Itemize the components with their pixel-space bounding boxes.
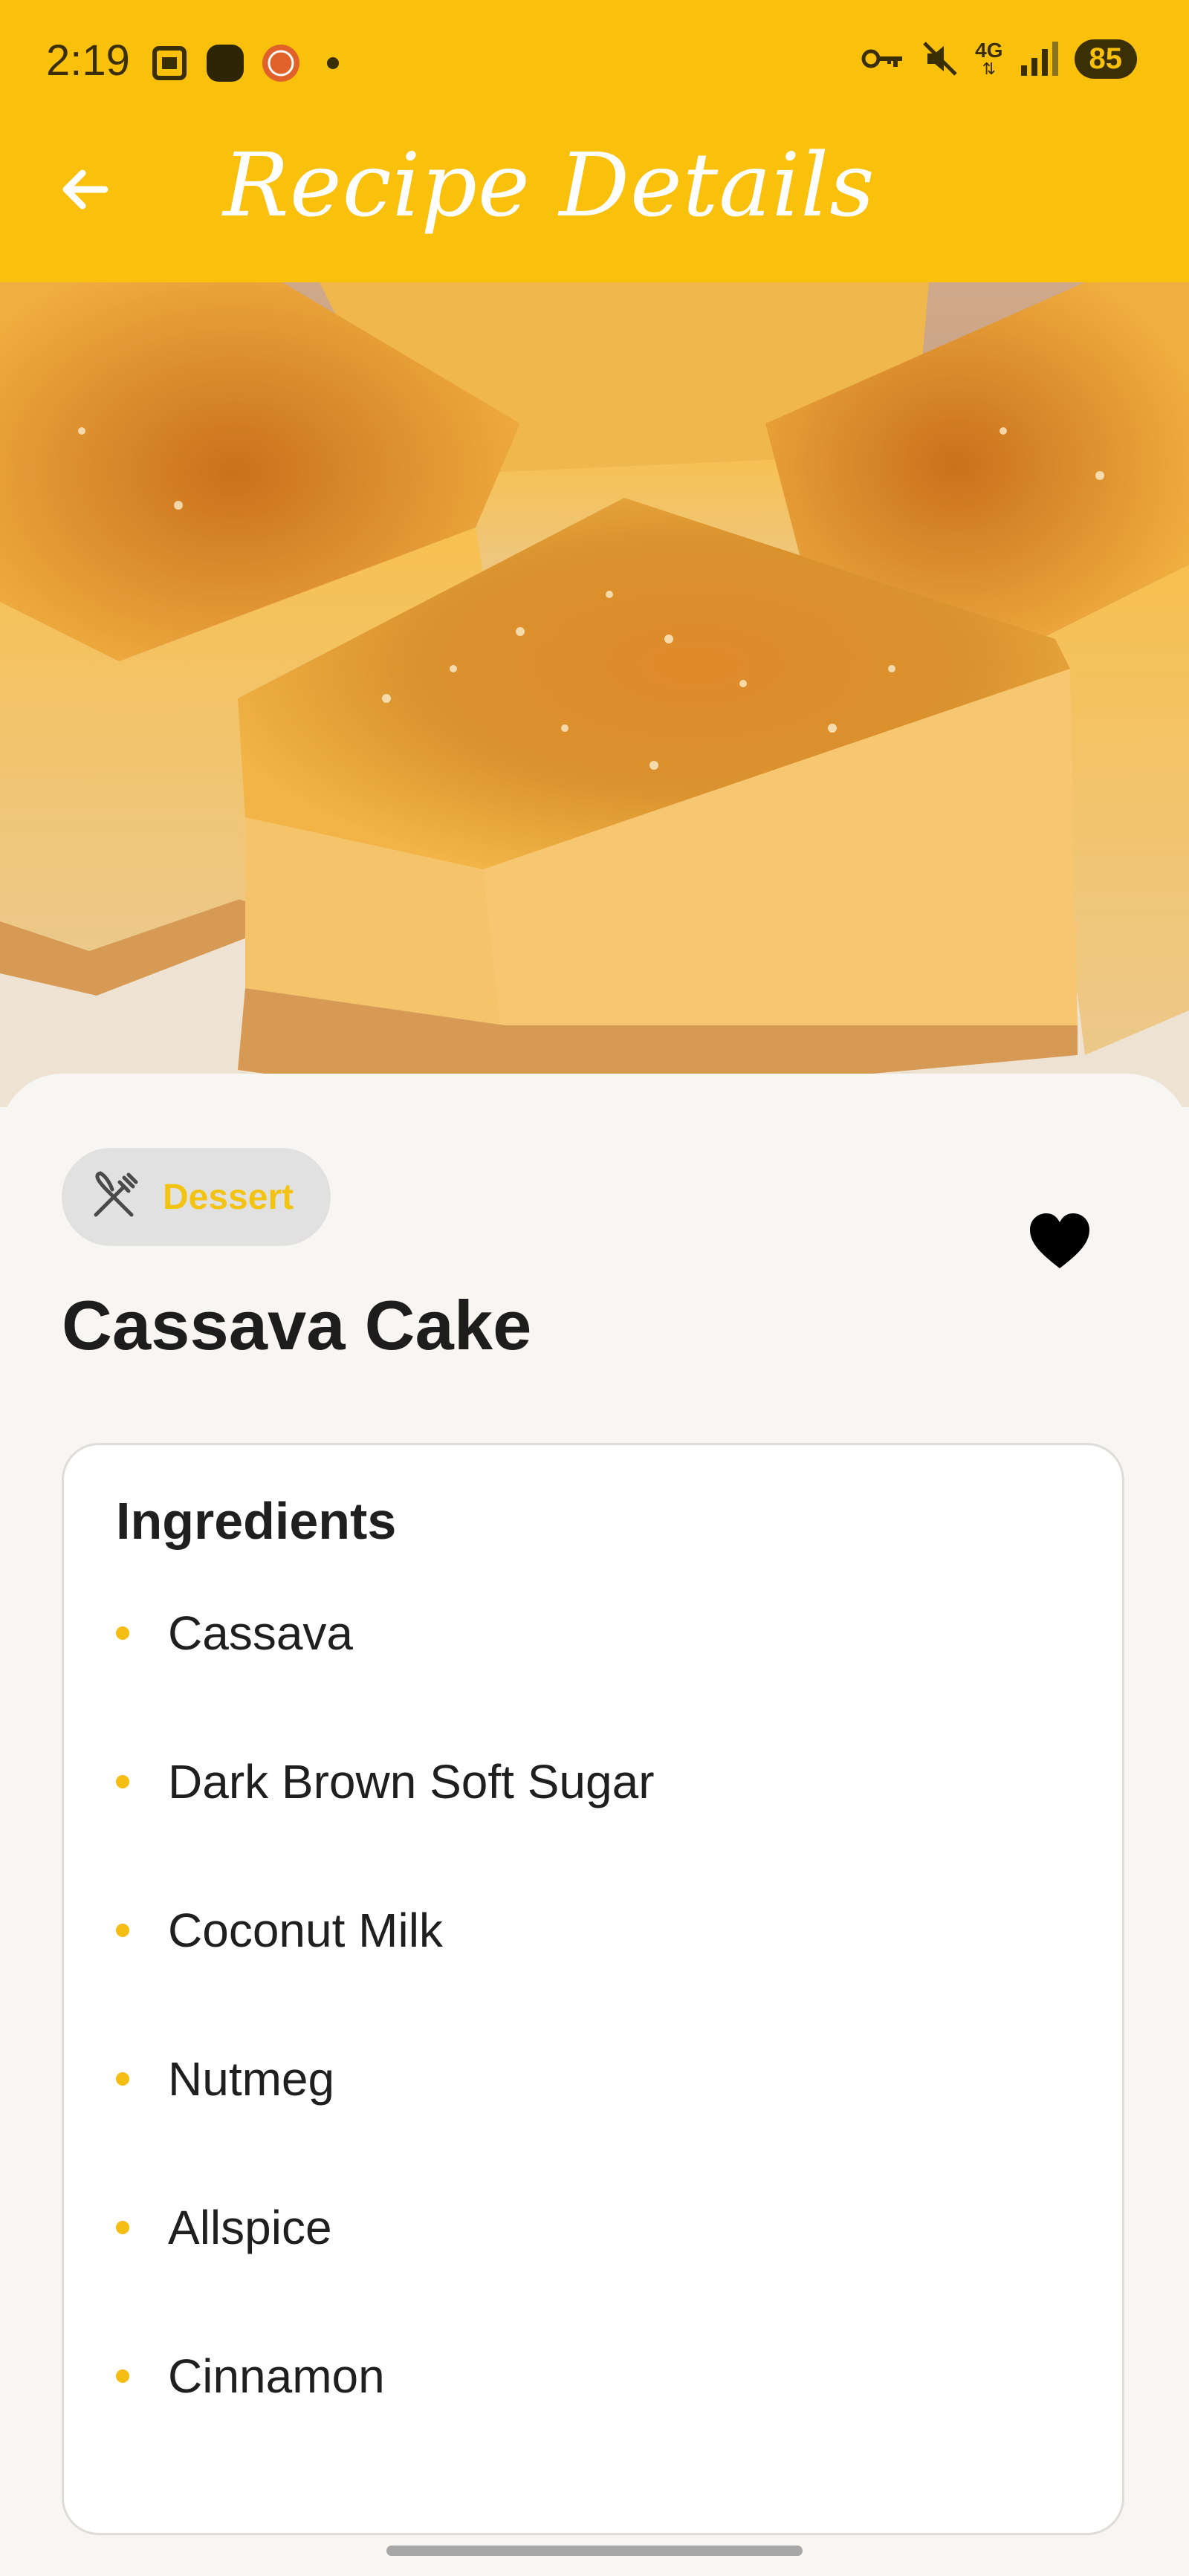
ingredient-item: Dark Brown Soft Sugar [116,1745,655,1819]
recipe-title: Cassava Cake [62,1286,532,1364]
bullet-icon [116,2072,129,2086]
ingredient-item: Cassava [116,1596,353,1670]
heart-icon [1030,1213,1089,1268]
recipe-hero-image [0,282,1189,1107]
bullet-icon [116,2221,129,2234]
network-label: 4G [975,39,1003,62]
category-label: Dessert [163,1177,294,1217]
bullet-icon [116,1924,129,1937]
ingredients-heading: Ingredients [116,1492,397,1550]
bullet-icon [116,1775,129,1788]
utensils-crossed-icon [94,1171,138,1217]
vpn-key-icon [861,49,903,68]
app-notification-icon [207,45,244,82]
recipe-content: Dessert Cassava Cake Ingredients Cassava… [0,1074,1189,2576]
ingredient-text: Nutmeg [168,2052,335,2106]
ingredient-item: Allspice [116,2190,332,2265]
ingredients-card: Ingredients Cassava Dark Brown Soft Suga… [62,1443,1124,2535]
app-bar: 2:19 4G ⇅ 85 Recipe Details [0,0,1189,282]
bullet-icon [116,1626,129,1640]
back-button[interactable] [45,149,126,230]
cassava-cake-photo [0,282,1189,1107]
ingredient-text: Cinnamon [168,2349,385,2403]
favorite-button[interactable] [1026,1207,1094,1276]
bullet-icon [116,2369,129,2383]
page-title: Recipe Details [223,134,875,236]
ingredient-item: Nutmeg [116,2042,334,2116]
arrow-left-icon [62,169,108,210]
ingredient-item: Cinnamon [116,2339,385,2413]
ingredient-text: Coconut Milk [168,1904,443,1957]
data-arrows-icon: ⇅ [982,59,997,78]
dot-icon [327,57,339,69]
status-bar: 2:19 4G ⇅ 85 [0,0,1189,126]
ingredient-text: Allspice [168,2201,332,2254]
home-indicator[interactable] [386,2546,803,2556]
battery-level: 85 [1074,39,1137,79]
ingredient-item: Coconut Milk [116,1893,443,1967]
category-chip[interactable]: Dessert [62,1148,331,1246]
mute-icon [923,42,957,76]
status-time: 2:19 [46,36,130,85]
ingredient-text: Cassava [168,1606,353,1660]
signal-icon [1020,42,1058,76]
status-notification-icons [149,42,345,85]
ha-app-icon [262,45,299,82]
status-system-icons: 4G ⇅ 85 [861,39,1137,79]
network-type: 4G ⇅ [975,40,1002,77]
ingredient-text: Dark Brown Soft Sugar [168,1755,655,1808]
screenshot-icon [152,46,187,80]
